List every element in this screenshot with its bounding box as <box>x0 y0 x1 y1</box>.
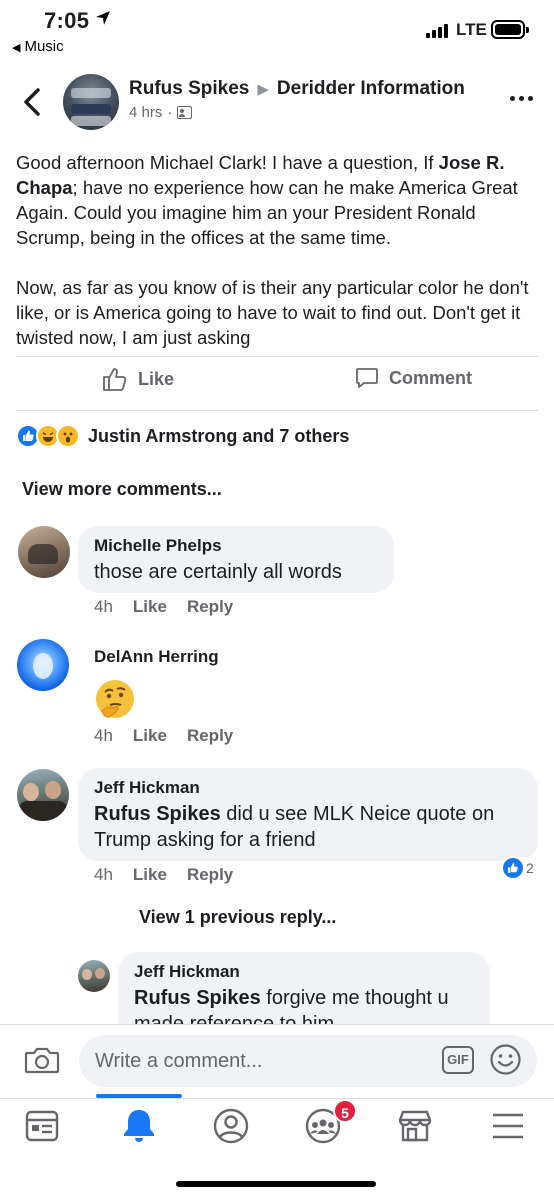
menu-icon[interactable] <box>488 1106 528 1146</box>
comment-actions: 4h Like Reply <box>94 726 233 746</box>
comment-reply-button[interactable]: Reply <box>187 597 233 617</box>
avatar[interactable] <box>17 639 69 691</box>
comment-author[interactable]: Jeff Hickman <box>94 778 522 798</box>
comment-text: Rufus Spikes did u see MLK Neice quote o… <box>94 803 495 851</box>
comment-author[interactable]: DelAnn Herring <box>94 647 219 667</box>
like-reaction-icon <box>503 858 523 878</box>
back-to-app-link[interactable]: ◀ Music <box>12 38 64 55</box>
post-paragraph-2: Now, as far as you know of is their any … <box>16 277 529 348</box>
like-label: Like <box>138 368 175 389</box>
emoji-icon[interactable] <box>489 1043 522 1076</box>
post-author-line: Rufus Spikes ▶ Deridder Information <box>129 78 465 100</box>
post-author-name[interactable]: Rufus Spikes <box>129 78 249 100</box>
thumbs-up-icon <box>103 368 127 391</box>
post-meta: 4 hrs · <box>129 104 193 121</box>
more-options-icon[interactable] <box>510 96 533 101</box>
comment-like-button[interactable]: Like <box>133 865 167 885</box>
reactions-summary[interactable]: Justin Armstrong and 7 others <box>16 424 349 448</box>
back-app-label: Music <box>24 38 64 55</box>
comment-actions: 4h Like Reply <box>94 865 233 885</box>
comment-actions: 4h Like Reply <box>94 597 233 617</box>
comment-mention[interactable]: Rufus Spikes <box>94 803 221 825</box>
comment-reaction-count[interactable]: 2 <box>500 857 537 879</box>
back-chevron-icon[interactable] <box>20 86 44 118</box>
wow-reaction-icon <box>56 424 80 448</box>
comment-time: 4h <box>94 726 113 745</box>
battery-icon <box>491 20 529 39</box>
post-time: 4 hrs <box>129 104 163 121</box>
divider <box>16 356 538 357</box>
post-body: Good afternoon Michael Clark! I have a q… <box>16 150 541 375</box>
comment-bubble[interactable]: Michelle Phelps those are certainly all … <box>78 526 394 593</box>
comment-bubble-icon <box>356 368 378 388</box>
view-more-comments-link[interactable]: View more comments... <box>22 479 222 500</box>
profile-icon[interactable] <box>211 1106 251 1146</box>
comment-time: 4h <box>94 865 113 884</box>
marketplace-icon[interactable] <box>395 1106 435 1146</box>
comment-author[interactable]: Jeff Hickman <box>134 962 474 982</box>
divider <box>16 410 538 411</box>
comment-text: those are certainly all words <box>94 561 342 583</box>
like-button[interactable]: Like <box>102 366 174 392</box>
post-paragraph-1: Good afternoon Michael Clark! I have a q… <box>16 152 518 248</box>
group-privacy-icon <box>177 106 193 119</box>
status-time: 7:05 <box>44 8 90 33</box>
comment-like-button[interactable]: Like <box>133 726 167 746</box>
avatar[interactable] <box>18 526 70 578</box>
gif-button[interactable]: GIF <box>442 1046 474 1074</box>
comment-reply-button[interactable]: Reply <box>187 726 233 746</box>
reaction-count: 2 <box>526 860 534 876</box>
home-indicator[interactable] <box>176 1181 376 1187</box>
comment-button[interactable]: Comment <box>355 366 472 390</box>
comment-mention[interactable]: Rufus Spikes <box>134 987 261 1009</box>
groups-notification-badge: 5 <box>333 1099 357 1123</box>
meta-separator: · <box>167 104 173 121</box>
comment-bubble[interactable]: Jeff Hickman Rufus Spikes did u see MLK … <box>78 768 538 861</box>
active-tab-indicator <box>96 1094 182 1098</box>
notifications-bell-icon[interactable] <box>119 1106 159 1146</box>
view-previous-reply-link[interactable]: View 1 previous reply... <box>139 907 336 928</box>
reactions-names: Justin Armstrong and 7 others <box>88 425 350 446</box>
post-author-avatar[interactable] <box>63 74 119 130</box>
post-actions: Like Comment <box>0 366 554 402</box>
thinking-face-emoji <box>96 680 134 718</box>
shared-to-arrow-icon: ▶ <box>257 81 269 98</box>
post-group-name[interactable]: Deridder Information <box>277 78 465 100</box>
comment-time: 4h <box>94 597 113 616</box>
comment-reply-button[interactable]: Reply <box>187 865 233 885</box>
comment-author[interactable]: Michelle Phelps <box>94 536 378 556</box>
back-triangle-icon: ◀ <box>12 42 21 54</box>
network-type: LTE <box>456 20 487 39</box>
news-feed-icon[interactable] <box>22 1106 62 1146</box>
cellular-signal-icon <box>426 22 448 38</box>
camera-icon[interactable] <box>24 1045 60 1075</box>
comment-like-button[interactable]: Like <box>133 597 167 617</box>
status-bar: 7:05 ◀ Music LTE <box>0 0 554 60</box>
comment-label: Comment <box>389 367 473 388</box>
avatar[interactable] <box>78 960 110 992</box>
location-arrow-icon <box>96 11 110 25</box>
avatar[interactable] <box>17 769 69 821</box>
